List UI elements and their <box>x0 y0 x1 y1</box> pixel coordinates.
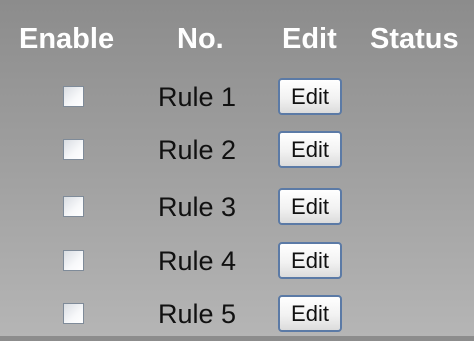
rule-label: Rule 4 <box>158 246 237 276</box>
header-enable: Enable <box>19 23 115 55</box>
rule-label: Rule 2 <box>158 135 237 165</box>
header-status: Status <box>370 23 459 55</box>
rule-label: Rule 3 <box>158 192 237 222</box>
table-row: Rule 5 Edit <box>0 291 474 341</box>
table-row: Rule 1 Edit <box>0 74 474 124</box>
edit-button[interactable]: Edit <box>278 131 342 168</box>
table-header: Enable No. Edit Status <box>0 0 474 70</box>
enable-checkbox[interactable] <box>63 250 84 271</box>
header-edit: Edit <box>282 23 337 55</box>
edit-button[interactable]: Edit <box>278 78 342 115</box>
enable-checkbox[interactable] <box>63 139 84 160</box>
edit-button[interactable]: Edit <box>278 188 342 225</box>
enable-checkbox[interactable] <box>63 196 84 217</box>
enable-checkbox[interactable] <box>63 86 84 107</box>
table-row: Rule 4 Edit <box>0 238 474 288</box>
header-number: No. <box>177 23 224 55</box>
enable-checkbox[interactable] <box>63 303 84 324</box>
table-row: Rule 3 Edit <box>0 184 474 234</box>
rule-label: Rule 5 <box>158 299 237 329</box>
edit-button[interactable]: Edit <box>278 295 342 332</box>
rule-label: Rule 1 <box>158 82 237 112</box>
edit-button[interactable]: Edit <box>278 242 342 279</box>
table-row: Rule 2 Edit <box>0 127 474 177</box>
